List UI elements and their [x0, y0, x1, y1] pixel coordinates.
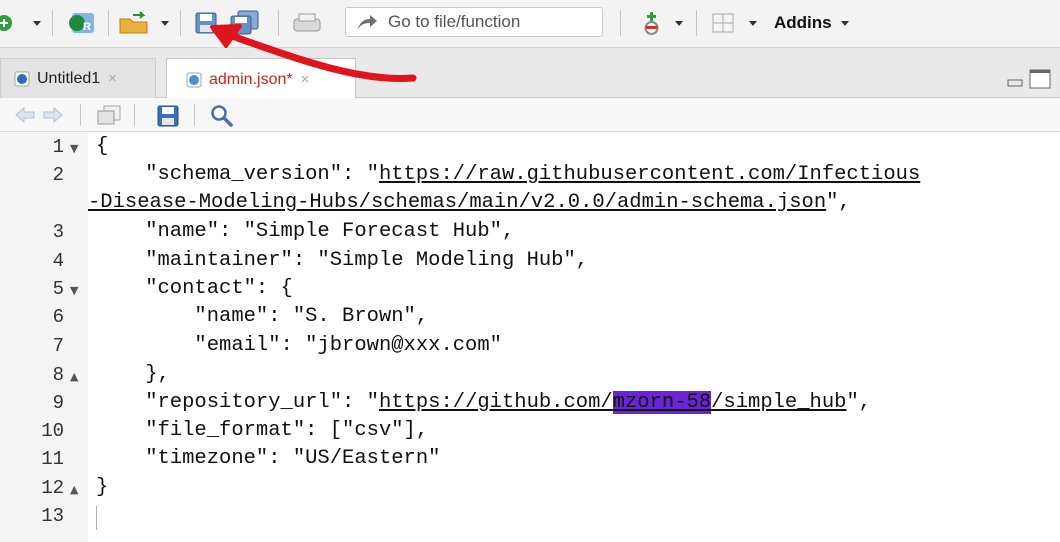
code-line: "repository_url": "https://github.com/mz… [96, 391, 872, 414]
line-number: 11 [41, 448, 64, 470]
line-number: 13 [41, 505, 64, 527]
line-number: 12 [41, 477, 64, 499]
pane-layout-icon[interactable] [708, 8, 738, 38]
toolbar-separator [620, 10, 621, 36]
tab-label: Untitled1 [37, 69, 101, 87]
repository-url-link[interactable]: https://github.com/ [379, 391, 613, 414]
line-number: 9 [52, 392, 64, 414]
fold-expand-icon[interactable]: ▲ [70, 483, 78, 496]
toolbar-separator [194, 104, 195, 126]
tab-untitled1[interactable]: Untitled1 × [0, 58, 156, 98]
code-line: "maintainer": "Simple Modeling Hub", [96, 249, 589, 272]
back-arrow-icon[interactable] [14, 105, 36, 125]
fold-collapse-icon[interactable]: ▼ [70, 284, 78, 297]
svg-text:R: R [83, 21, 91, 33]
schema-url-link[interactable]: https://raw.githubusercontent.com/Infect… [379, 163, 920, 186]
code-line: "file_format": ["csv"], [96, 419, 429, 442]
forward-arrow-icon[interactable] [42, 105, 64, 125]
line-number: 3 [52, 221, 64, 243]
code-editor[interactable]: 1 ▼ 2 3 4 5 ▼ 6 7 8 ▲ 9 10 11 12 ▲ 13 { … [0, 132, 1060, 542]
toolbar-separator [696, 10, 697, 36]
line-number: 1 [52, 136, 64, 158]
open-folder-icon[interactable] [116, 8, 152, 38]
tab-admin-json[interactable]: admin.json* × [166, 58, 356, 100]
save-current-file-icon[interactable] [156, 104, 180, 128]
editor-tab-strip: Untitled1 × admin.json* × [0, 48, 1060, 100]
tab-close-icon[interactable]: × [301, 71, 310, 88]
line-number: 5 [52, 278, 64, 300]
line-number: 8 [52, 364, 64, 386]
goto-file-function-input[interactable] [388, 12, 588, 32]
pane-window-controls [1006, 68, 1052, 90]
new-file-dropdown-caret[interactable] [30, 8, 44, 38]
line-number-gutter: 1 ▼ 2 3 4 5 ▼ 6 7 8 ▲ 9 10 11 12 ▲ 13 [0, 132, 88, 542]
toolbar-separator [278, 10, 279, 36]
tab-close-icon[interactable]: × [108, 70, 117, 87]
addins-label: Addins [774, 13, 832, 32]
repository-url-link[interactable]: /simple_hub [711, 391, 846, 414]
open-file-dropdown-caret[interactable] [158, 8, 172, 38]
toolbar-separator [180, 10, 181, 36]
toolbar-separator [80, 104, 81, 126]
toolbar-separator [108, 10, 109, 36]
git-vcs-icon[interactable] [636, 8, 666, 38]
line-number: 6 [52, 306, 64, 328]
code-line-wrapped: -Disease-Modeling-Hubs/schemas/main/v2.0… [88, 191, 851, 214]
line-number: 4 [52, 250, 64, 272]
r-script-file-icon [13, 70, 31, 88]
code-line: }, [96, 363, 170, 386]
toolbar-separator [52, 10, 53, 36]
line-number: 10 [41, 420, 64, 442]
editor-toolbar [0, 98, 1060, 132]
vcs-dropdown-caret[interactable] [672, 8, 686, 38]
code-line: "contact": { [96, 277, 293, 300]
main-toolbar: R Addins [0, 0, 1060, 48]
fold-collapse-icon[interactable]: ▼ [70, 142, 78, 155]
addins-dropdown-caret [840, 20, 849, 26]
code-line: "schema_version": "https://raw.githubuse… [96, 163, 921, 186]
code-line: "name": "S. Brown", [96, 305, 429, 328]
code-line: } [96, 476, 109, 499]
code-line: "timezone": "US/Eastern" [96, 447, 441, 470]
code-line: "name": "Simple Forecast Hub", [96, 220, 515, 243]
print-icon[interactable] [288, 8, 326, 38]
pane-layout-dropdown-caret[interactable] [746, 8, 760, 38]
highlighted-username[interactable]: mzorn-58 [612, 391, 712, 414]
line-number: 7 [52, 335, 64, 357]
new-file-icon[interactable] [0, 8, 14, 38]
minimize-pane-icon[interactable] [1006, 68, 1024, 90]
save-all-icon[interactable] [226, 8, 266, 38]
goto-arrow-icon [356, 13, 378, 31]
schema-url-link[interactable]: -Disease-Modeling-Hubs/schemas/main/v2.0… [88, 191, 826, 214]
show-in-window-icon[interactable] [96, 104, 122, 126]
tab-label: admin.json* [209, 70, 293, 88]
new-project-icon[interactable]: R [62, 8, 100, 38]
fold-expand-icon[interactable]: ▲ [70, 370, 78, 383]
json-file-icon [185, 71, 203, 89]
line-number: 2 [52, 164, 64, 186]
addins-menu[interactable]: Addins [774, 8, 864, 38]
maximize-pane-icon[interactable] [1028, 68, 1052, 90]
goto-file-function-box[interactable] [345, 7, 603, 37]
code-line: { [96, 135, 109, 158]
text-cursor [96, 506, 97, 530]
search-icon[interactable] [210, 104, 234, 128]
save-icon[interactable] [190, 8, 222, 38]
code-line: "email": "jbrown@xxx.com" [96, 334, 502, 357]
toolbar-separator [134, 104, 135, 126]
